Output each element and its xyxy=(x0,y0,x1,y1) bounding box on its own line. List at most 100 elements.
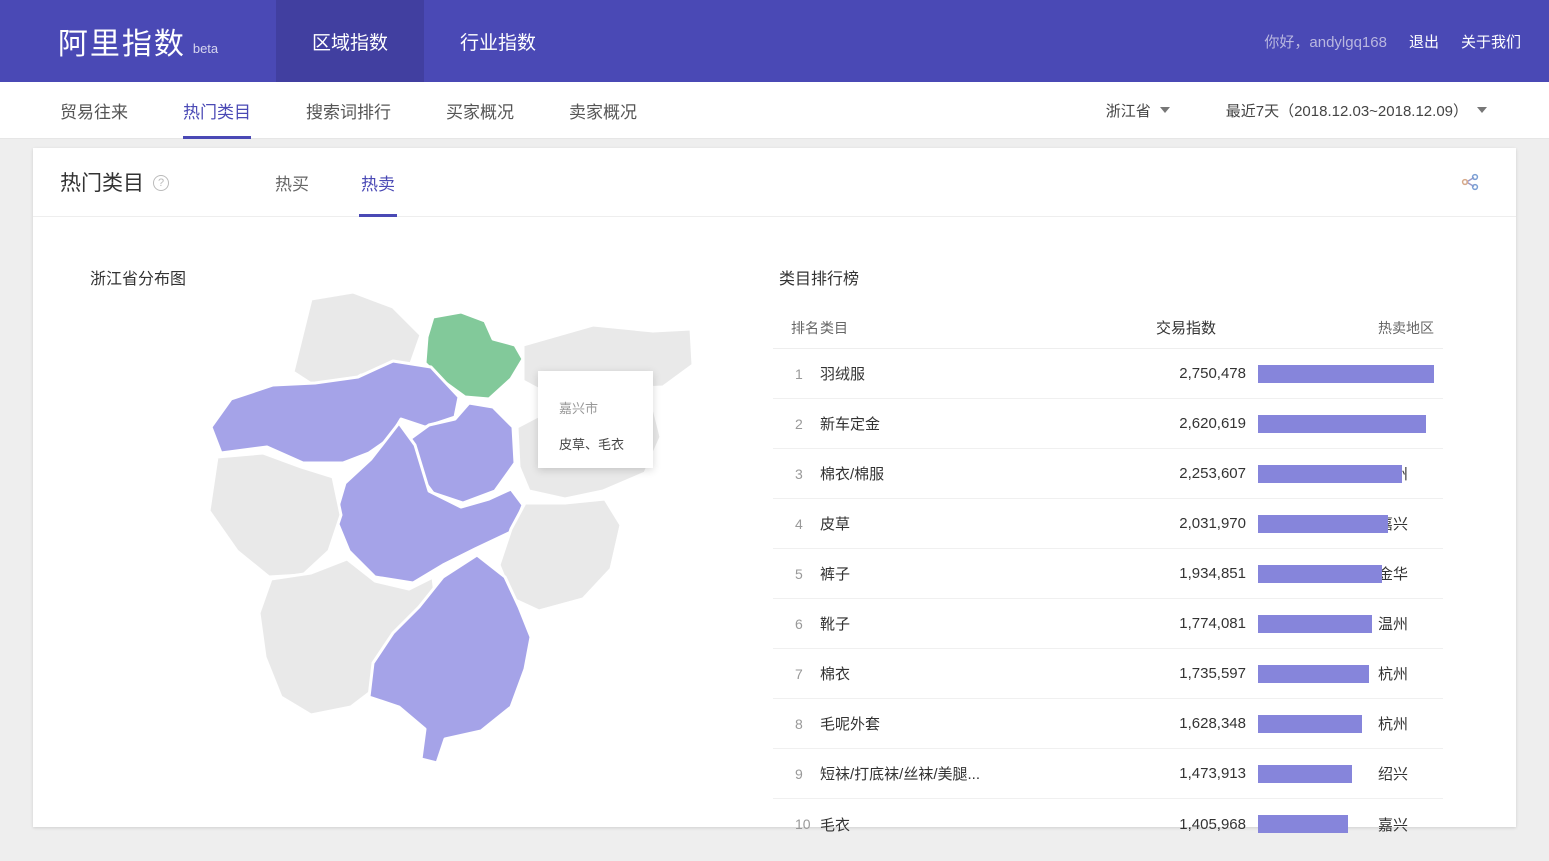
cell-region: 杭州 xyxy=(1366,663,1436,684)
brand-beta-tag: beta xyxy=(193,41,218,56)
column-header-category: 类目 xyxy=(820,318,1138,338)
cell-bar xyxy=(1246,765,1366,783)
table-row[interactable]: 6靴子1,774,081温州 xyxy=(773,599,1443,649)
cell-rank: 1 xyxy=(773,366,820,382)
index-bar xyxy=(1258,615,1372,633)
cell-rank: 6 xyxy=(773,616,820,632)
share-button[interactable] xyxy=(1454,166,1486,198)
index-bar xyxy=(1258,665,1369,683)
province-map[interactable]: 嘉兴市 皮草、毛衣 xyxy=(193,277,753,797)
cell-rank: 4 xyxy=(773,516,820,532)
map-region-taizhou[interactable] xyxy=(499,499,621,611)
subnav-item-search-ranking-label: 搜索词排行 xyxy=(306,98,391,123)
cell-category: 棉衣/棉服 xyxy=(820,463,1138,484)
ranking-pane: 类目排行榜 排名 类目 交易指数 热卖地区 1羽绒服2,750,478杭州2新车… xyxy=(773,217,1516,826)
table-row[interactable]: 3棉衣/棉服2,253,607杭州 xyxy=(773,449,1443,499)
logout-link[interactable]: 退出 xyxy=(1409,31,1439,52)
subnav-item-search-ranking[interactable]: 搜索词排行 xyxy=(306,82,391,139)
cell-rank: 5 xyxy=(773,566,820,582)
cell-category: 毛衣 xyxy=(820,814,1138,835)
card-body: 浙江省分布图 xyxy=(33,217,1516,826)
index-bar xyxy=(1258,465,1402,483)
index-bar xyxy=(1258,365,1434,383)
cell-bar xyxy=(1246,415,1366,433)
chevron-down-icon xyxy=(1160,107,1170,113)
table-row[interactable]: 10毛衣1,405,968嘉兴 xyxy=(773,799,1443,849)
cell-category: 毛呢外套 xyxy=(820,713,1138,734)
cell-bar xyxy=(1246,615,1366,633)
top-tab-region-index[interactable]: 区域指数 xyxy=(276,0,424,82)
subnav-item-seller-overview-label: 卖家概况 xyxy=(569,98,637,123)
cell-category: 新车定金 xyxy=(820,413,1138,434)
cell-category: 靴子 xyxy=(820,613,1138,634)
cell-bar xyxy=(1246,515,1366,533)
brand-name: 阿里指数 xyxy=(58,19,186,63)
map-tooltip-categories: 皮草、毛衣 xyxy=(559,434,653,453)
table-row[interactable]: 1羽绒服2,750,478杭州 xyxy=(773,349,1443,399)
cell-rank: 9 xyxy=(773,766,820,782)
map-tooltip: 嘉兴市 皮草、毛衣 xyxy=(538,371,653,468)
filters-area: 浙江省 最近7天（2018.12.03~2018.12.09） xyxy=(1050,100,1549,121)
column-header-index: 交易指数 xyxy=(1138,317,1246,338)
table-header-row: 排名 类目 交易指数 热卖地区 xyxy=(773,307,1443,349)
region-filter-dropdown[interactable]: 浙江省 xyxy=(1106,100,1170,121)
subnav-item-trade-label: 贸易往来 xyxy=(60,98,128,123)
about-us-link[interactable]: 关于我们 xyxy=(1461,31,1521,52)
region-filter-value: 浙江省 xyxy=(1106,100,1151,121)
cell-category: 裤子 xyxy=(820,563,1138,584)
share-icon xyxy=(1459,171,1481,193)
cell-index: 1,473,913 xyxy=(1138,765,1246,782)
cell-region: 绍兴 xyxy=(1366,763,1436,784)
table-row[interactable]: 7棉衣1,735,597 杭州 xyxy=(773,649,1443,699)
tab-hot-sell[interactable]: 热卖 xyxy=(361,148,395,217)
cell-index: 1,934,851 xyxy=(1138,565,1246,582)
subnav-item-seller-overview[interactable]: 卖家概况 xyxy=(569,82,637,139)
zhejiang-map-svg xyxy=(193,277,753,797)
cell-category: 棉衣 xyxy=(820,663,1138,684)
map-title: 浙江省分布图 xyxy=(90,265,186,289)
subnav-item-buyer-overview[interactable]: 买家概况 xyxy=(446,82,514,139)
table-row[interactable]: 5裤子1,934,851金华 xyxy=(773,549,1443,599)
cell-rank: 7 xyxy=(773,666,820,682)
ranking-table: 排名 类目 交易指数 热卖地区 1羽绒服2,750,478杭州2新车定金2,62… xyxy=(773,307,1443,849)
cell-index: 1,405,968 xyxy=(1138,816,1246,833)
subnav-item-buyer-overview-label: 买家概况 xyxy=(446,98,514,123)
top-tab-industry-index[interactable]: 行业指数 xyxy=(424,0,572,82)
cell-index: 2,620,619 xyxy=(1138,415,1246,432)
map-region-quzhou[interactable] xyxy=(209,453,341,577)
cell-category: 皮草 xyxy=(820,513,1138,534)
column-header-rank: 排名 xyxy=(773,318,820,338)
help-icon[interactable]: ? xyxy=(153,175,169,191)
subnav-item-trade[interactable]: 贸易往来 xyxy=(60,82,128,139)
cell-bar xyxy=(1246,665,1366,683)
table-row[interactable]: 4皮草2,031,970嘉兴 xyxy=(773,499,1443,549)
index-bar xyxy=(1258,715,1362,733)
secondary-nav: 贸易往来 热门类目 搜索词排行 买家概况 卖家概况 浙江省 最近7天（2018.… xyxy=(0,82,1549,139)
tab-hot-sell-label: 热卖 xyxy=(361,170,395,195)
table-row[interactable]: 2新车定金2,620,619杭州 xyxy=(773,399,1443,449)
map-pane: 浙江省分布图 xyxy=(33,217,773,826)
chevron-down-icon xyxy=(1477,107,1487,113)
cell-region: 嘉兴 xyxy=(1366,814,1436,835)
table-row[interactable]: 9短袜/打底袜/丝袜/美腿...1,473,913绍兴 xyxy=(773,749,1443,799)
table-row[interactable]: 8毛呢外套1,628,348杭州 xyxy=(773,699,1443,749)
subnav-item-hot-categories[interactable]: 热门类目 xyxy=(183,82,251,139)
subnav-item-hot-categories-label: 热门类目 xyxy=(183,98,251,123)
date-range-filter-value: 最近7天（2018.12.03~2018.12.09） xyxy=(1226,100,1468,121)
cell-index: 1,735,597 xyxy=(1138,665,1246,682)
card-tabs: 热买 热卖 xyxy=(275,148,447,217)
top-tab-industry-index-label: 行业指数 xyxy=(460,28,536,55)
brand-logo[interactable]: 阿里指数 beta xyxy=(0,0,276,82)
index-bar xyxy=(1258,515,1388,533)
secondary-nav-items: 贸易往来 热门类目 搜索词排行 买家概况 卖家概况 xyxy=(0,82,692,139)
cell-category: 羽绒服 xyxy=(820,363,1138,384)
tab-hot-buy[interactable]: 热买 xyxy=(275,148,309,217)
cell-bar xyxy=(1246,465,1366,483)
page-title: 热门类目 ? xyxy=(60,167,169,197)
cell-rank: 2 xyxy=(773,416,820,432)
index-bar xyxy=(1258,565,1382,583)
cell-bar xyxy=(1246,565,1366,583)
date-range-filter-dropdown[interactable]: 最近7天（2018.12.03~2018.12.09） xyxy=(1226,100,1487,121)
card-header: 热门类目 ? 热买 热卖 xyxy=(33,148,1516,217)
top-header: 阿里指数 beta 区域指数 行业指数 你好，andylgq168 退出 关于我… xyxy=(0,0,1549,82)
